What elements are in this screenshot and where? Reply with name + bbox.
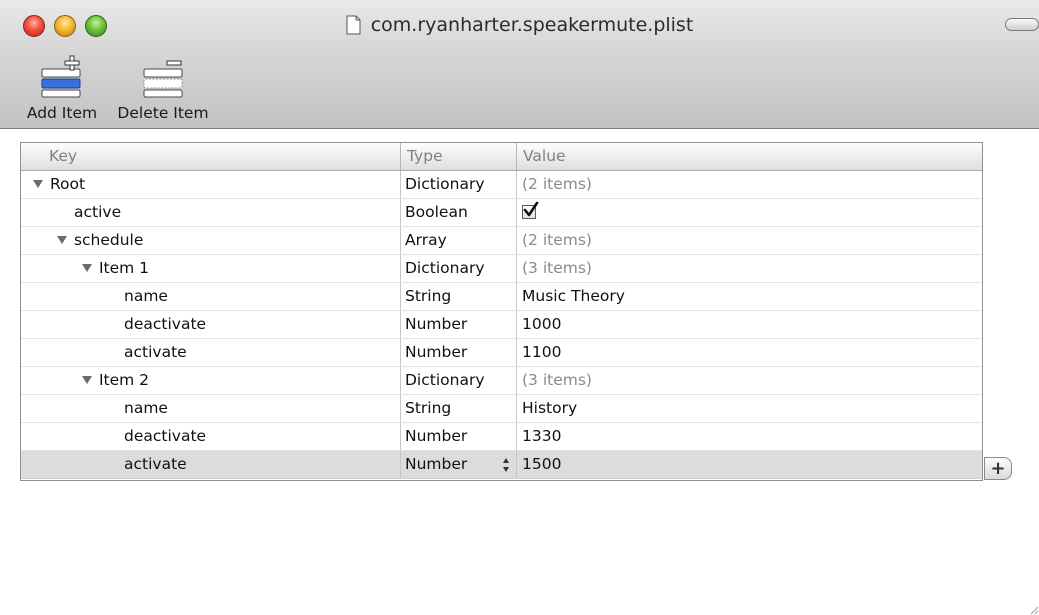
key-text: activate [124,343,187,361]
type-cell: String [401,395,517,422]
value-cell: 1000 [522,315,562,333]
add-item-label: Add Item [26,104,98,122]
key-cell: activate [21,339,401,366]
key-cell: active [21,199,401,226]
value-cell: History [522,399,578,417]
plist-editor-window: com.ryanharter.speakermute.plist Add Ite… [0,0,1039,615]
disclosure-triangle-icon[interactable] [82,264,92,272]
key-text: active [74,203,122,221]
column-header-key[interactable]: Key [21,143,401,170]
value-cell: (3 items) [522,259,592,277]
table-row[interactable]: activate Number 1100 [21,339,982,367]
type-cell: Boolean [401,199,517,226]
type-cell: Number [401,339,517,366]
key-cell: deactivate [21,311,401,338]
table-row[interactable]: active Boolean [21,199,982,227]
key-text: schedule [73,231,144,249]
plist-outline-table: Key Type Value Root Dictionary (2 items)… [20,142,983,481]
key-cell: Item 1 [21,255,401,282]
delete-item-button[interactable]: Delete Item [115,52,211,122]
key-text: deactivate [124,315,207,333]
add-item-button[interactable]: Add Item [23,52,101,122]
document-icon [346,15,361,35]
toolbar-toggle-button[interactable] [1005,18,1039,31]
key-cell: schedule [21,227,401,254]
value-cell: (3 items) [522,371,592,389]
key-text: Root [49,175,86,193]
table-row[interactable]: name String History [21,395,982,423]
column-header-value[interactable]: Value [517,143,982,170]
table-row[interactable]: Root Dictionary (2 items) [21,171,982,199]
delete-item-label: Delete Item [117,104,209,122]
type-cell: Number [401,311,517,338]
disclosure-triangle-icon[interactable] [57,236,67,244]
value-cell: (2 items) [522,231,592,249]
value-cell [517,199,982,226]
key-cell: Root [21,171,401,198]
type-cell: Dictionary [401,255,517,282]
type-cell: Dictionary [401,367,517,394]
value-cell: 1330 [522,427,562,445]
active-checkbox[interactable] [522,201,539,219]
key-cell: deactivate [21,423,401,450]
type-cell: Dictionary [401,171,517,198]
key-text: Item 2 [98,371,150,389]
delete-item-icon [115,52,211,98]
key-text: Item 1 [98,259,150,277]
table-row[interactable]: Item 2 Dictionary (3 items) [21,367,982,395]
key-cell: Item 2 [21,367,401,394]
key-cell: name [21,283,401,310]
key-cell: activate [21,451,401,478]
disclosure-triangle-icon[interactable] [33,180,43,188]
table-row[interactable]: Item 1 Dictionary (3 items) [21,255,982,283]
disclosure-triangle-icon[interactable] [82,376,92,384]
value-cell: 1100 [522,343,562,361]
unified-titlebar-toolbar: com.ryanharter.speakermute.plist Add Ite… [0,0,1039,129]
table-row[interactable]: deactivate Number 1000 [21,311,982,339]
key-text: name [124,287,168,305]
key-text: activate [124,455,187,473]
type-cell-popup[interactable]: Number [401,451,517,478]
key-text: name [124,399,168,417]
value-cell[interactable]: 1500 [517,451,982,478]
window-title: com.ryanharter.speakermute.plist [370,14,694,36]
column-header-type[interactable]: Type [401,143,517,170]
value-cell: Music Theory [522,287,625,305]
table-row[interactable]: schedule Array (2 items) [21,227,982,255]
add-item-icon [23,52,101,98]
value-cell: (2 items) [522,175,592,193]
table-row[interactable]: deactivate Number 1330 [21,423,982,451]
table-header: Key Type Value [21,143,982,171]
window-title-area: com.ryanharter.speakermute.plist [0,14,1039,40]
table-row-selected[interactable]: activate Number 1500 [21,451,982,479]
add-row-button[interactable]: + [984,457,1012,480]
resize-grip-icon[interactable] [1025,601,1039,615]
checkmark-icon [523,201,539,217]
table-row[interactable]: name String Music Theory [21,283,982,311]
type-text: Number [405,455,468,473]
type-cell: String [401,283,517,310]
stepper-icon[interactable] [502,457,510,473]
key-text: deactivate [124,427,207,445]
key-cell: name [21,395,401,422]
type-cell: Array [401,227,517,254]
type-cell: Number [401,423,517,450]
